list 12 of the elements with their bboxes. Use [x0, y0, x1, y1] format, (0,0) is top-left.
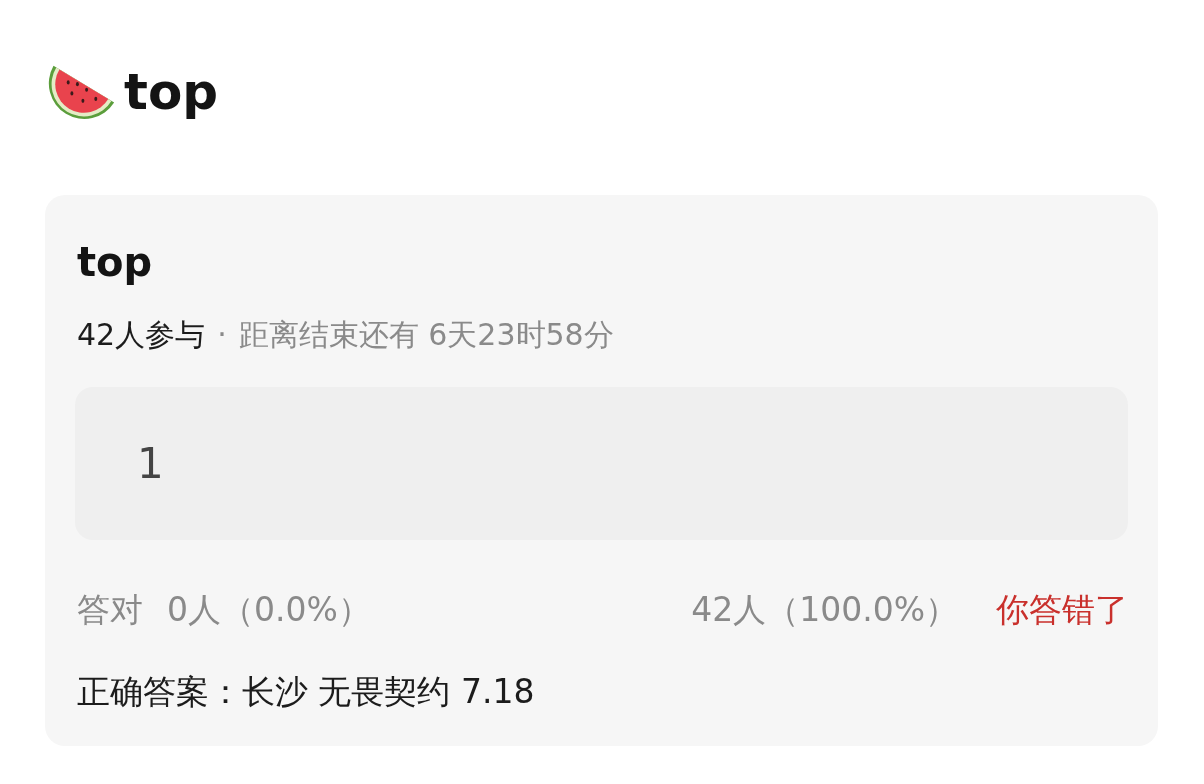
participant-count: 42人参与	[77, 316, 206, 354]
page-title: top	[124, 62, 219, 122]
answer-count: 42人（100.0%）	[691, 589, 958, 631]
correct-answer: 正确答案：长沙 无畏契约 7.18	[76, 671, 535, 713]
countdown-text: 距离结束还有 6天23时58分	[238, 316, 614, 354]
correct-count: 0人（0.0%）	[167, 589, 371, 631]
separator-dot: ·	[217, 316, 227, 354]
correct-label: 答对	[77, 589, 143, 631]
quiz-title: top	[76, 238, 153, 286]
result-text: 你答错了	[996, 589, 1128, 631]
watermelon-icon	[48, 63, 116, 121]
answer-box: 1	[75, 387, 1128, 540]
